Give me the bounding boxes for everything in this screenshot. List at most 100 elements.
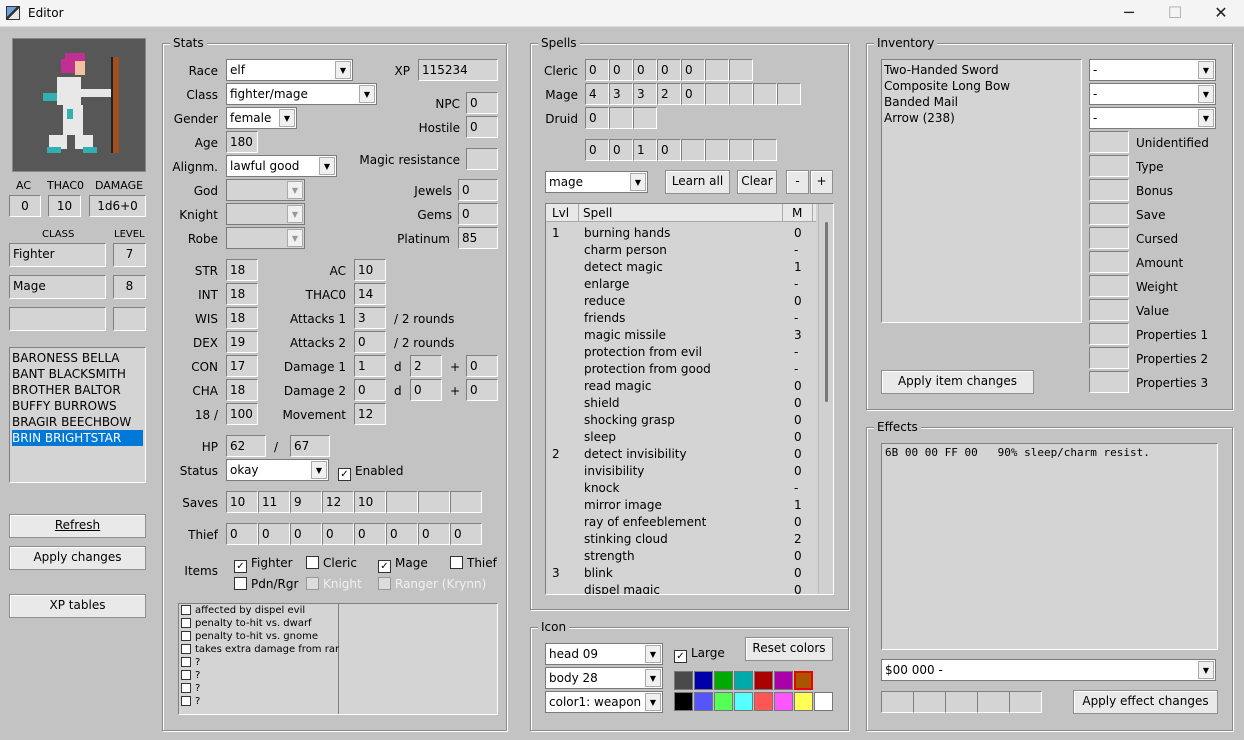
- save-field[interactable]: 10: [354, 491, 386, 513]
- color-swatch[interactable]: [734, 692, 753, 711]
- spell-slot-field[interactable]: [633, 107, 657, 129]
- thief-skill-field[interactable]: 0: [386, 523, 418, 545]
- item-slot-select[interactable]: - ▼: [1089, 107, 1216, 129]
- effect-field[interactable]: [913, 691, 946, 713]
- magic-resistance-field[interactable]: [466, 148, 498, 170]
- attacks1-field[interactable]: 3: [354, 307, 386, 329]
- dex-field[interactable]: 19: [226, 331, 258, 353]
- table-row[interactable]: enlarge -: [546, 276, 818, 293]
- spell-slot-field[interactable]: 3: [609, 83, 633, 105]
- save-field[interactable]: 10: [226, 491, 258, 513]
- spell-slot-field[interactable]: [705, 83, 729, 105]
- xp-tables-button[interactable]: XP tables: [9, 594, 146, 618]
- hp-field[interactable]: 62: [226, 435, 266, 457]
- spell-slot-field[interactable]: 0: [609, 139, 633, 161]
- spell-slot-field[interactable]: [705, 59, 729, 81]
- thief-skill-field[interactable]: 0: [354, 523, 386, 545]
- color-swatch[interactable]: [774, 671, 793, 690]
- column-header-spell[interactable]: Spell: [583, 206, 612, 220]
- apply-item-changes-button[interactable]: Apply item changes: [881, 370, 1034, 394]
- effect-field[interactable]: [1009, 691, 1042, 713]
- gender-select[interactable]: female ▼: [226, 107, 297, 129]
- list-item[interactable]: Composite Long Bow: [884, 78, 1079, 94]
- flag-item[interactable]: ?: [181, 682, 339, 695]
- spell-slot-field[interactable]: 0: [657, 139, 681, 161]
- maximize-button[interactable]: ☐: [1152, 0, 1198, 27]
- effect-select[interactable]: $00 000 - ▼: [881, 659, 1216, 681]
- damage2-bonus-field[interactable]: 0: [466, 379, 498, 401]
- table-row[interactable]: shield 0: [546, 395, 818, 412]
- spell-slot-field[interactable]: 3: [633, 83, 657, 105]
- flag-item[interactable]: penalty to-hit vs. gnome: [181, 630, 339, 643]
- apply-changes-button[interactable]: Apply changes: [9, 546, 146, 570]
- close-button[interactable]: ✕: [1198, 0, 1244, 27]
- list-item[interactable]: Banded Mail: [884, 94, 1079, 110]
- spell-table[interactable]: Lvl Spell M 1 burning hands 0 charm person -…: [545, 203, 834, 595]
- spell-class-select[interactable]: mage ▼: [545, 171, 648, 193]
- table-row[interactable]: friends -: [546, 310, 818, 327]
- spell-slot-field[interactable]: [609, 107, 633, 129]
- cha-field[interactable]: 18: [226, 379, 258, 401]
- effect-field[interactable]: [977, 691, 1010, 713]
- table-row[interactable]: invisibility 0: [546, 463, 818, 480]
- item-property-field[interactable]: [1089, 251, 1129, 273]
- inventory-list[interactable]: Two-Handed Sword Composite Long Bow Band…: [881, 59, 1082, 323]
- spell-slot-field[interactable]: 2: [657, 83, 681, 105]
- table-row[interactable]: reduce 0: [546, 293, 818, 310]
- body-select[interactable]: body 28 ▼: [545, 667, 663, 689]
- flags-list[interactable]: affected by dispel evil penalty to-hit v…: [178, 603, 498, 715]
- exceptional-str-field[interactable]: 100: [226, 403, 258, 425]
- spell-slot-field[interactable]: [753, 83, 777, 105]
- flag-item[interactable]: ?: [181, 695, 339, 708]
- jewels-field[interactable]: 0: [458, 179, 498, 201]
- color-swatch[interactable]: [714, 671, 733, 690]
- flag-item[interactable]: penalty to-hit vs. dwarf: [181, 617, 339, 630]
- items-paladin-ranger-checkbox[interactable]: Pdn/Rgr: [234, 576, 298, 592]
- item-property-field[interactable]: [1089, 371, 1129, 393]
- spell-slot-field[interactable]: [681, 139, 705, 161]
- color-swatch[interactable]: [674, 671, 693, 690]
- str-field[interactable]: 18: [226, 259, 258, 281]
- list-item[interactable]: Arrow (238): [884, 110, 1079, 126]
- spell-slot-field[interactable]: [729, 83, 753, 105]
- color-swatch[interactable]: [794, 692, 813, 711]
- attacks2-field[interactable]: 0: [354, 331, 386, 353]
- table-row[interactable]: protection from evil -: [546, 344, 818, 361]
- damage2-field[interactable]: 0: [354, 379, 386, 401]
- table-row[interactable]: mirror image 1: [546, 497, 818, 514]
- table-row[interactable]: 2 detect invisibility 0: [546, 446, 818, 463]
- item-property-field[interactable]: [1089, 227, 1129, 249]
- platinum-field[interactable]: 85: [458, 227, 498, 249]
- thief-skill-field[interactable]: 0: [290, 523, 322, 545]
- refresh-button[interactable]: Refresh: [9, 514, 146, 538]
- color-swatch[interactable]: [814, 692, 833, 711]
- flag-item[interactable]: affected by dispel evil: [181, 604, 339, 617]
- item-property-field[interactable]: [1089, 299, 1129, 321]
- item-property-field[interactable]: [1089, 131, 1129, 153]
- table-row[interactable]: knock -: [546, 480, 818, 497]
- table-row[interactable]: magic missile 3: [546, 327, 818, 344]
- item-property-field[interactable]: [1089, 275, 1129, 297]
- scrollbar-thumb[interactable]: [825, 222, 828, 402]
- table-row[interactable]: read magic 0: [546, 378, 818, 395]
- effects-list[interactable]: 6B 00 00 FF 00 90% sleep/charm resist.: [881, 443, 1218, 650]
- table-row[interactable]: sleep 0: [546, 429, 818, 446]
- clear-button[interactable]: Clear: [737, 170, 777, 194]
- items-thief-checkbox[interactable]: Thief: [450, 555, 497, 571]
- save-field[interactable]: [386, 491, 418, 513]
- damage1-bonus-field[interactable]: 0: [466, 355, 498, 377]
- thief-skill-field[interactable]: 0: [226, 523, 258, 545]
- flag-item[interactable]: takes extra damage from ran: [181, 643, 339, 656]
- color-swatch[interactable]: [774, 692, 793, 711]
- list-item[interactable]: BRAGIR BEECHBOW: [12, 414, 143, 430]
- spell-slot-field[interactable]: [705, 139, 729, 161]
- ac-field[interactable]: 10: [354, 259, 386, 281]
- minimize-button[interactable]: ─: [1106, 0, 1152, 27]
- reset-colors-button[interactable]: Reset colors: [745, 637, 833, 661]
- color-swatch[interactable]: [694, 671, 713, 690]
- head-select[interactable]: head 09 ▼: [545, 643, 663, 665]
- table-row[interactable]: strength 0: [546, 548, 818, 565]
- save-field[interactable]: 9: [290, 491, 322, 513]
- spell-slot-field[interactable]: 0: [585, 107, 609, 129]
- thief-skill-field[interactable]: 0: [418, 523, 450, 545]
